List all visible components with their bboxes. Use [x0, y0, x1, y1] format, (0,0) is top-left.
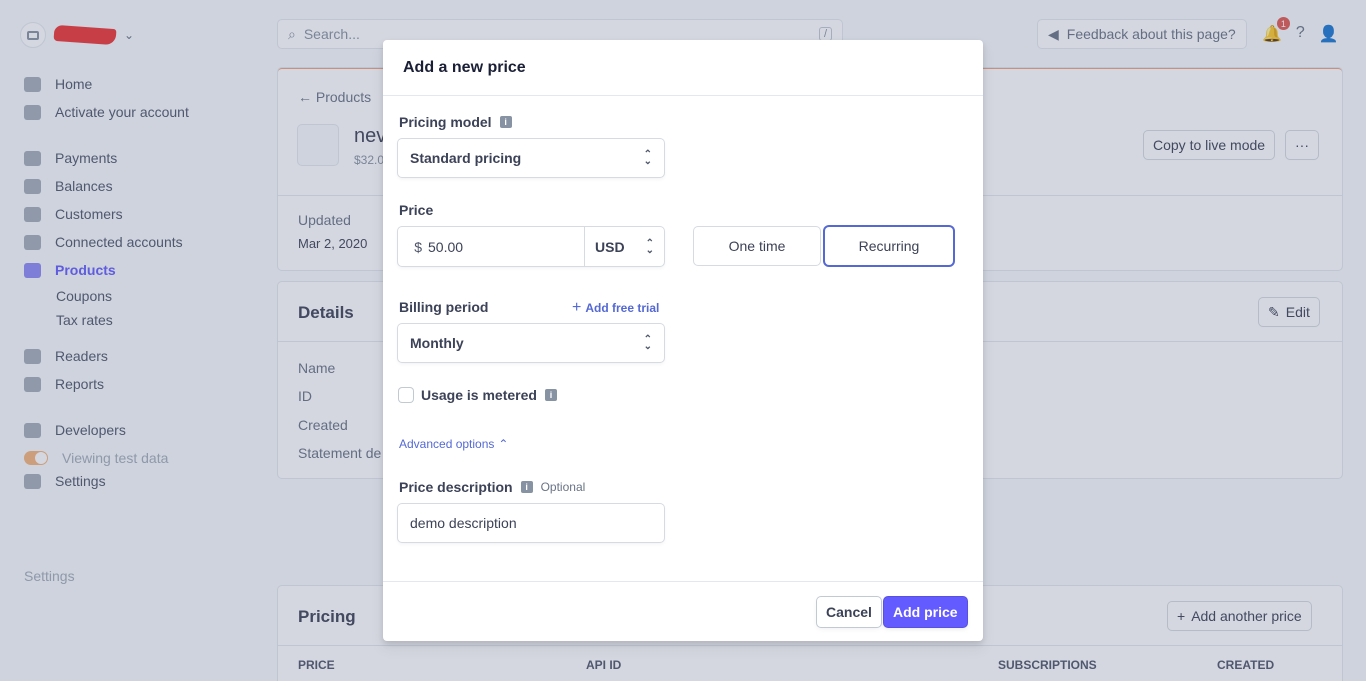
select-caret-icon: ⌃ ⌄: [645, 237, 654, 256]
price-description-label: Price description i Optional: [399, 479, 586, 495]
add-price-modal: Add a new price Pricing model i Standard…: [383, 40, 983, 641]
advanced-options-toggle[interactable]: Advanced options ⌃: [399, 437, 508, 451]
currency-select[interactable]: USD ⌃ ⌄: [584, 227, 664, 266]
one-time-option[interactable]: One time: [694, 227, 820, 265]
billing-period-label: Billing period: [399, 299, 489, 315]
select-caret-icon: ⌃ ⌄: [643, 334, 652, 352]
add-free-trial-link[interactable]: + Add free trial: [572, 299, 659, 317]
add-price-button[interactable]: Add price: [884, 597, 967, 627]
select-caret-icon: ⌃ ⌄: [643, 149, 652, 167]
price-description-input[interactable]: [398, 504, 664, 542]
info-icon[interactable]: i: [499, 116, 512, 128]
price-label: Price: [399, 202, 434, 218]
info-icon[interactable]: i: [544, 389, 557, 401]
cancel-button[interactable]: Cancel: [817, 597, 881, 627]
pricing-model-select[interactable]: Standard pricing ⌃ ⌄: [398, 139, 664, 177]
optional-hint: Optional: [540, 480, 586, 494]
modal-footer: Cancel Add price: [383, 581, 983, 641]
modal-title: Add a new price: [383, 40, 983, 96]
recurring-option[interactable]: Recurring: [825, 227, 953, 265]
price-input[interactable]: [422, 227, 582, 266]
usage-metered-label: Usage is metered i: [421, 387, 557, 403]
currency-symbol: $: [414, 238, 422, 255]
usage-metered-checkbox[interactable]: [399, 388, 413, 402]
price-field: $ USD ⌃⌄: [398, 227, 664, 266]
pricing-model-label: Pricing model i: [399, 114, 512, 130]
chevron-up-icon: ⌃: [498, 437, 509, 451]
info-icon[interactable]: i: [520, 481, 533, 493]
plus-icon: +: [572, 299, 582, 316]
billing-period-select[interactable]: Monthly ⌃ ⌄: [398, 324, 664, 362]
